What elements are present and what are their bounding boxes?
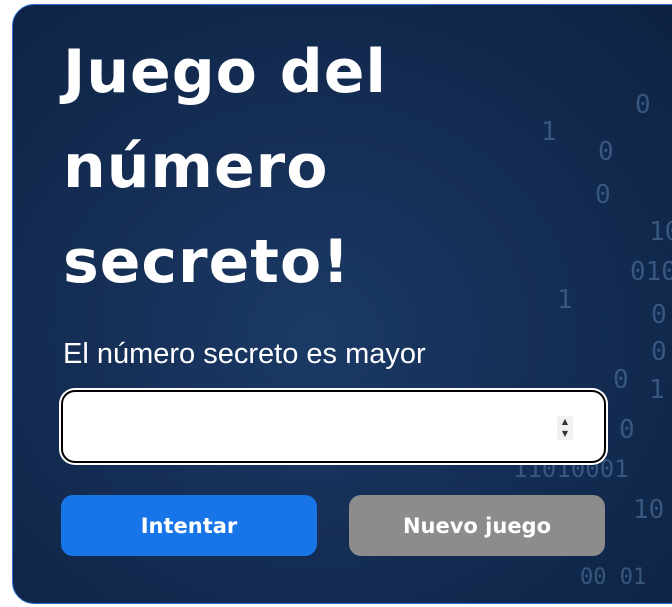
background-digit: 0 [635, 90, 651, 120]
background-digit: 00 01 [580, 565, 647, 590]
background-digit: 0 [613, 365, 629, 395]
background-digit: 1 [541, 117, 557, 147]
background-digit: 10 [649, 217, 672, 247]
hint-text: El número secreto es mayor [63, 338, 426, 370]
number-input[interactable] [77, 402, 551, 454]
background-digit: 10 [633, 495, 665, 525]
stepper-up-icon[interactable]: ▲ [557, 416, 573, 428]
background-digit: 1 [557, 285, 573, 315]
background-digit: 0 [651, 337, 667, 367]
background-digit: 0 [651, 300, 667, 330]
try-button[interactable]: Intentar [61, 495, 317, 556]
number-stepper[interactable]: ▲ ▼ [557, 416, 573, 440]
background-digit: 0 [619, 415, 635, 445]
new-game-button[interactable]: Nuevo juego [349, 495, 605, 556]
stepper-down-icon[interactable]: ▼ [557, 428, 573, 440]
background-digit: 1 [649, 375, 665, 405]
page-title: Juego del número secreto! [63, 37, 387, 297]
background-digit: 0 [595, 180, 611, 210]
background-digit: 0 [598, 137, 614, 167]
background-digit: 010 [630, 257, 672, 287]
number-input-field[interactable]: ▲ ▼ [61, 390, 606, 463]
game-panel: 0 1 0 0 10 010 1 0 0 0 1 0 11010001 10 0… [12, 4, 672, 604]
